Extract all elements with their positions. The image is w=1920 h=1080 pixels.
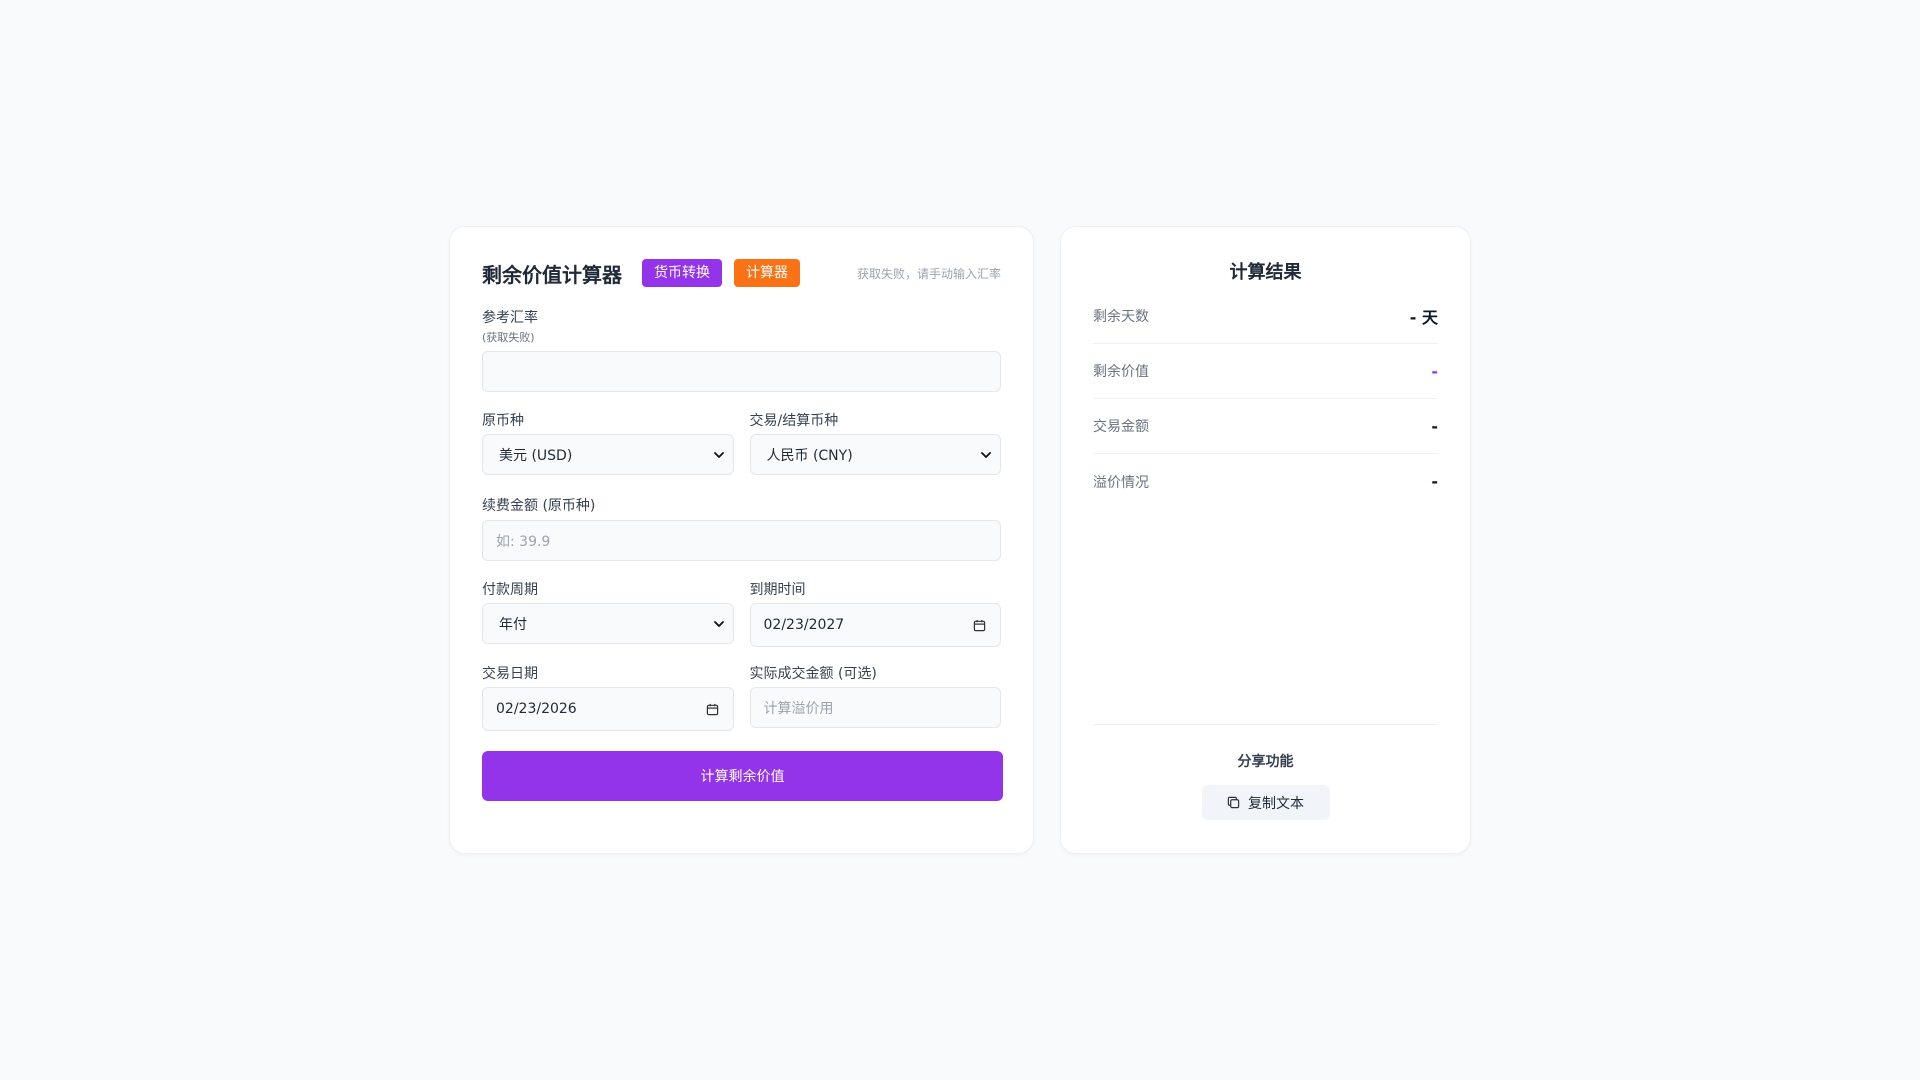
renewal-group: 续费金额 (原币种) 如: 39.9: [482, 497, 1001, 561]
calendar-icon[interactable]: [973, 619, 986, 632]
actual-amount-input[interactable]: 计算溢价用: [749, 687, 1001, 728]
target-currency-select[interactable]: 人民币 (CNY): [749, 434, 1001, 475]
result-row-trade-amount: 交易金额 -: [1093, 399, 1438, 454]
calculate-button[interactable]: 计算剩余价值: [482, 751, 1003, 801]
page-title: 剩余价值计算器: [482, 262, 622, 287]
result-label: 剩余天数: [1093, 309, 1149, 325]
trade-date-label: 交易日期: [482, 666, 538, 682]
source-currency-label: 原币种: [482, 413, 524, 429]
results-title: 计算结果: [1229, 262, 1302, 283]
tab-calculator[interactable]: 计算器: [734, 259, 800, 287]
result-value: -: [1431, 472, 1438, 491]
chevron-down-icon: [713, 620, 724, 627]
calculator-card: 剩余价值计算器 货币转换 计算器 获取失败，请手动输入汇率 参考汇率 (获取失败…: [449, 226, 1034, 854]
chevron-down-icon: [981, 451, 991, 458]
trade-row: 交易日期 02/23/2026 实际成交金额 (可选) 计算溢价用: [482, 665, 1001, 731]
ref-rate-sublabel: (获取失败): [482, 331, 535, 344]
results-list: 剩余天数 - 天 剩余价值 - 交易金额 - 溢价情况 -: [1093, 289, 1438, 509]
calendar-icon[interactable]: [706, 703, 719, 716]
payment-period-value: 年付: [499, 616, 527, 633]
ref-rate-group: 参考汇率 (获取失败): [482, 309, 1001, 392]
chevron-down-icon: [713, 451, 724, 458]
renewal-label: 续费金额 (原币种): [482, 498, 596, 514]
source-currency-value: 美元 (USD): [499, 447, 573, 464]
copy-icon: [1227, 796, 1240, 809]
period-label: 付款周期: [482, 582, 538, 598]
share-section: 分享功能 复制文本: [1093, 724, 1438, 820]
target-currency-label: 交易/结算币种: [749, 413, 839, 429]
currency-row: 原币种 美元 (USD) 交易/结算币种 人民币 (CNY): [482, 412, 1001, 475]
trade-date-value: 02/23/2026: [496, 701, 577, 717]
rate-status-text: 获取失败，请手动输入汇率: [856, 266, 1001, 281]
payment-period-select[interactable]: 年付: [482, 603, 734, 644]
results-card: 计算结果 剩余天数 - 天 剩余价值 - 交易金额 - 溢价情况 - 分享功能 …: [1060, 226, 1471, 854]
ref-rate-input[interactable]: [482, 351, 1001, 392]
ref-rate-label: 参考汇率: [482, 310, 538, 326]
copy-text-label: 复制文本: [1248, 795, 1304, 812]
result-label: 溢价情况: [1093, 474, 1149, 491]
result-label: 交易金额: [1093, 419, 1149, 435]
calculator-header: 剩余价值计算器 货币转换 计算器 获取失败，请手动输入汇率: [482, 259, 1001, 287]
actual-amount-label: 实际成交金额 (可选): [749, 666, 877, 682]
share-title: 分享功能: [1237, 754, 1294, 770]
tab-currency-convert[interactable]: 货币转换: [642, 259, 722, 287]
result-value: -: [1431, 361, 1438, 381]
target-currency-value: 人民币 (CNY): [766, 447, 853, 464]
trade-date-input[interactable]: 02/23/2026: [482, 687, 734, 731]
result-row-remaining-days: 剩余天数 - 天: [1093, 289, 1438, 344]
expiry-date-input[interactable]: 02/23/2027: [749, 603, 1001, 647]
result-value: - 天: [1409, 308, 1438, 327]
result-row-remaining-value: 剩余价值 -: [1093, 344, 1438, 399]
result-label: 剩余价值: [1093, 364, 1149, 380]
copy-text-button[interactable]: 复制文本: [1201, 785, 1330, 820]
result-value: -: [1431, 416, 1438, 436]
expiry-label: 到期时间: [749, 582, 806, 598]
period-row: 付款周期 年付 到期时间 02/23/2027: [482, 581, 1001, 647]
source-currency-select[interactable]: 美元 (USD): [482, 434, 734, 475]
result-row-premium: 溢价情况 -: [1093, 454, 1438, 509]
expiry-date-value: 02/23/2027: [763, 617, 845, 633]
renewal-amount-input[interactable]: 如: 39.9: [482, 520, 1001, 561]
